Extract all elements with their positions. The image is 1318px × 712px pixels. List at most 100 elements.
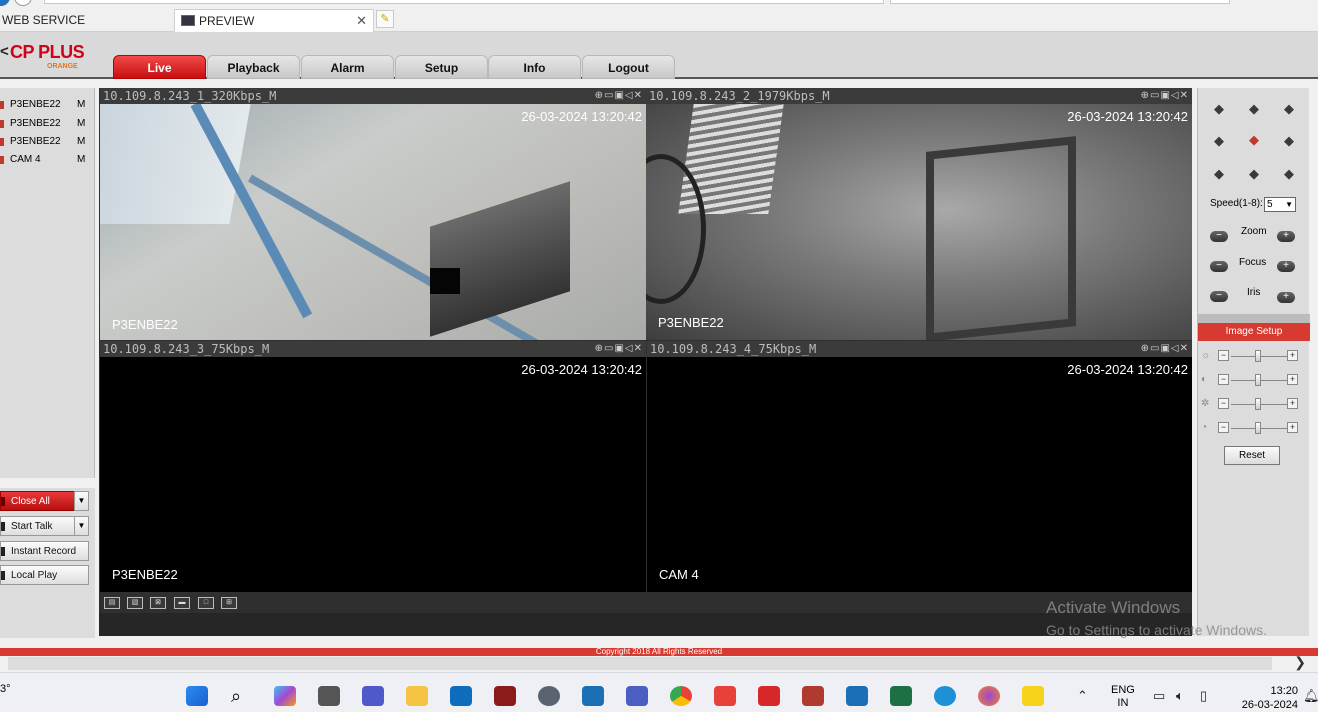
camera-feed[interactable]: 26-03-2024 13:20:42 CAM 4 xyxy=(647,357,1192,592)
excel-icon[interactable] xyxy=(890,686,912,706)
nav-tab-info[interactable]: Info xyxy=(488,55,581,79)
teams-icon[interactable] xyxy=(362,686,384,706)
app-window-icon[interactable] xyxy=(582,686,604,706)
ptz-down-icon[interactable]: ◆ xyxy=(1247,167,1261,181)
video-pane-3[interactable]: 10.109.8.243_3_75Kbps_M ⊕▭▣◁✕ 26-03-2024… xyxy=(100,341,646,592)
browser-icon[interactable] xyxy=(0,0,10,6)
settings-icon[interactable] xyxy=(538,686,560,706)
language-indicator[interactable]: ENG IN xyxy=(1111,684,1135,710)
ptz-up-icon[interactable]: ◆ xyxy=(1247,102,1261,116)
device-mode[interactable]: M xyxy=(77,115,85,133)
notifications-icon[interactable]: 🔔︎ xyxy=(1303,688,1318,704)
fit-icon[interactable]: ⊠ xyxy=(150,597,166,609)
pane-toolbar[interactable]: ⊕▭▣◁✕ xyxy=(595,341,643,357)
reset-button[interactable]: Reset xyxy=(1224,446,1280,465)
nav-tab-live[interactable]: Live xyxy=(113,55,206,79)
file-explorer-icon[interactable] xyxy=(406,686,428,706)
wide-icon[interactable]: ▬ xyxy=(174,597,190,609)
app-icon[interactable] xyxy=(626,686,648,706)
pane-toolbar[interactable]: ⊕▭▣◁✕ xyxy=(1141,88,1189,104)
sticky-notes-icon[interactable] xyxy=(1022,686,1044,706)
ptz-left-icon[interactable]: ◆ xyxy=(1212,134,1226,148)
ptz-up-right-icon[interactable]: ◆ xyxy=(1282,102,1296,116)
start-icon[interactable] xyxy=(186,686,208,706)
iris-open-button[interactable]: + xyxy=(1277,292,1295,303)
task-view-icon[interactable] xyxy=(318,686,340,706)
slider-plus-button[interactable]: + xyxy=(1287,422,1298,433)
device-item[interactable]: P3ENBE22 M xyxy=(0,96,95,114)
scrollbar-track[interactable] xyxy=(8,657,1272,670)
slider-minus-button[interactable]: − xyxy=(1218,374,1229,385)
video-pane-4[interactable]: 10.109.8.243_4_75Kbps_M ⊕▭▣◁✕ 26-03-2024… xyxy=(647,341,1192,592)
slider-knob[interactable] xyxy=(1255,398,1261,410)
tab-web-service[interactable]: WEB SERVICE xyxy=(0,9,172,31)
copilot-icon[interactable] xyxy=(274,686,296,706)
device-item[interactable]: P3ENBE22 M xyxy=(0,133,95,151)
speed-select[interactable]: 5 ▼ xyxy=(1264,197,1296,212)
close-tab-icon[interactable]: ✕ xyxy=(356,10,367,32)
internet-explorer-icon[interactable] xyxy=(934,686,956,706)
device-item[interactable]: CAM 4 M xyxy=(0,151,95,169)
pane-toolbar[interactable]: ⊕▭▣◁✕ xyxy=(1141,341,1189,357)
chrome-icon[interactable] xyxy=(670,686,692,706)
network-icon[interactable]: ▭ xyxy=(1153,688,1165,704)
image-setup-header[interactable]: Image Setup xyxy=(1198,323,1310,341)
app-icon[interactable] xyxy=(802,686,824,706)
device-mode[interactable]: M xyxy=(77,133,85,151)
ptz-up-left-icon[interactable]: ◆ xyxy=(1212,102,1226,116)
nav-tab-logout[interactable]: Logout xyxy=(582,55,675,79)
layout-1-icon[interactable]: ▤ xyxy=(104,597,120,609)
firefox-icon[interactable] xyxy=(978,686,1000,706)
local-play-button[interactable]: Local Play xyxy=(0,565,89,585)
iris-close-button[interactable]: − xyxy=(1210,291,1228,302)
focus-in-button[interactable]: + xyxy=(1277,261,1295,272)
tray-chevron-icon[interactable]: ⌃ xyxy=(1077,688,1088,704)
camera-feed[interactable]: 26-03-2024 13:20:42 P3ENBE22 xyxy=(100,104,646,340)
instant-record-button[interactable]: Instant Record xyxy=(0,541,89,561)
app-icon[interactable] xyxy=(758,686,780,706)
camera-feed[interactable]: 26-03-2024 13:20:42 P3ENBE22 xyxy=(646,104,1192,340)
scroll-right-icon[interactable]: ❯ xyxy=(1294,654,1306,671)
outlook-icon[interactable] xyxy=(450,686,472,706)
single-view-icon[interactable]: □ xyxy=(198,597,214,609)
slider-plus-button[interactable]: + xyxy=(1287,374,1298,385)
zoom-out-button[interactable]: − xyxy=(1210,231,1228,242)
weather-temp[interactable]: 3° xyxy=(0,683,11,695)
layout-2-icon[interactable]: ▧ xyxy=(127,597,143,609)
app-icon[interactable] xyxy=(494,686,516,706)
refresh-icon[interactable] xyxy=(14,0,32,6)
start-talk-dropdown-icon[interactable]: ▼ xyxy=(74,516,89,536)
pane-toolbar[interactable]: ⊕▭▣◁✕ xyxy=(595,88,643,104)
device-mode[interactable]: M xyxy=(77,96,85,114)
ptz-down-left-icon[interactable]: ◆ xyxy=(1212,167,1226,181)
camera-feed[interactable]: 26-03-2024 13:20:42 P3ENBE22 xyxy=(100,357,646,592)
nav-tab-playback[interactable]: Playback xyxy=(207,55,300,79)
tab-preview[interactable]: PREVIEW ✕ xyxy=(174,9,374,32)
slider-minus-button[interactable]: − xyxy=(1218,422,1229,433)
nav-tab-alarm[interactable]: Alarm xyxy=(301,55,394,79)
nav-tab-setup[interactable]: Setup xyxy=(395,55,488,79)
slider-knob[interactable] xyxy=(1255,422,1261,434)
device-item[interactable]: P3ENBE22 M xyxy=(0,115,95,133)
ptz-center-icon[interactable]: ◆ xyxy=(1247,133,1261,147)
slider-knob[interactable] xyxy=(1255,350,1261,362)
close-all-button[interactable]: Close All xyxy=(0,491,75,511)
ptz-down-right-icon[interactable]: ◆ xyxy=(1282,167,1296,181)
focus-out-button[interactable]: − xyxy=(1210,261,1228,272)
address-field[interactable] xyxy=(44,0,884,4)
app-window-icon[interactable] xyxy=(846,686,868,706)
device-mode[interactable]: M xyxy=(77,151,85,169)
start-talk-button[interactable]: Start Talk xyxy=(0,516,75,536)
search-field[interactable] xyxy=(890,0,1230,4)
slider-minus-button[interactable]: − xyxy=(1218,398,1229,409)
slider-minus-button[interactable]: − xyxy=(1218,350,1229,361)
slider-plus-button[interactable]: + xyxy=(1287,398,1298,409)
video-pane-1[interactable]: 10.109.8.243_1_320Kbps_M ⊕▭▣◁✕ 26-03-202… xyxy=(100,88,646,340)
horizontal-scrollbar[interactable]: ❯ xyxy=(0,654,1318,672)
new-tab-icon[interactable]: ✎ xyxy=(376,10,394,28)
anydesk-icon[interactable] xyxy=(714,686,736,706)
close-all-dropdown-icon[interactable]: ▼ xyxy=(74,491,89,511)
battery-icon[interactable]: ▯ xyxy=(1200,688,1207,704)
search-icon[interactable]: ⌕ xyxy=(231,686,253,706)
volume-icon[interactable]: 🔈︎ xyxy=(1176,688,1184,704)
